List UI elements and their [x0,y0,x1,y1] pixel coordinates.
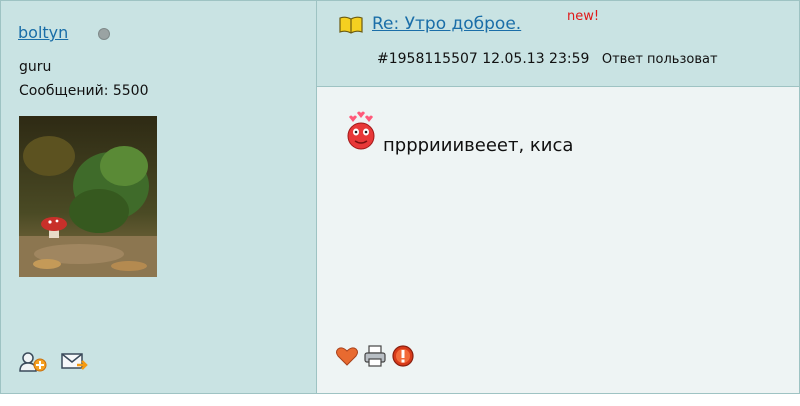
heart-icon[interactable] [335,344,359,368]
new-badge: new! [567,9,600,24]
post-header: Re: Утро доброе. new! #1958115507 12.05.… [317,1,799,87]
forum-post: boltyn guru Сообщений: 5500 Re: Утро доб… [0,0,800,394]
author-sidebar: boltyn guru Сообщений: 5500 [1,1,317,393]
add-friend-icon[interactable] [19,351,47,373]
post-body: прррииивееет, киса [317,87,799,393]
send-message-icon[interactable] [61,351,89,373]
author-username-link[interactable]: boltyn [18,23,68,42]
post-id-time[interactable]: #1958115507 12.05.13 23:59 [377,51,589,67]
author-post-count: Сообщений: 5500 [19,83,149,99]
post-actions [335,344,415,368]
report-icon[interactable] [391,344,415,368]
post-message: прррииивееет, киса [383,135,574,156]
book-icon [339,16,363,34]
avatar [19,116,157,277]
author-rank: guru [19,59,52,75]
status-offline-icon [98,28,110,40]
author-actions [19,351,89,373]
post-title-link[interactable]: Re: Утро доброе. [372,14,521,34]
post-meta: #1958115507 12.05.13 23:59 Ответ пользов… [377,51,797,67]
love-smiley-icon [347,111,375,150]
avatar-image [19,116,157,277]
print-icon[interactable] [363,344,387,368]
reply-to-user[interactable]: Ответ пользоват [602,52,718,67]
